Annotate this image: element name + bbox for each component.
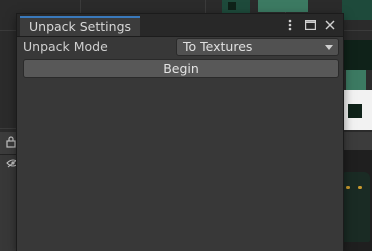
sprite-fragment bbox=[344, 40, 372, 70]
lock-icon[interactable] bbox=[6, 136, 16, 148]
sprite-eye bbox=[346, 186, 350, 189]
sprite-fragment bbox=[222, 0, 250, 14]
sprite-fragment bbox=[348, 104, 362, 118]
sprite-fragment bbox=[258, 0, 308, 12]
begin-button-label: Begin bbox=[163, 61, 199, 76]
sprite-eye bbox=[358, 186, 362, 189]
sprite-fragment bbox=[346, 70, 366, 90]
window-controls bbox=[283, 17, 337, 33]
kebab-menu-icon[interactable] bbox=[283, 18, 297, 32]
maximize-icon[interactable] bbox=[303, 18, 317, 32]
window-titlebar[interactable]: Unpack Settings bbox=[17, 14, 343, 37]
tab-unpack-settings[interactable]: Unpack Settings bbox=[20, 16, 141, 36]
tab-title: Unpack Settings bbox=[29, 19, 132, 34]
sprite-character-image bbox=[340, 172, 370, 242]
unpack-mode-label: Unpack Mode bbox=[23, 39, 108, 54]
unpack-mode-value: To Textures bbox=[183, 39, 253, 54]
sprite-fragment bbox=[228, 2, 236, 10]
begin-button[interactable]: Begin bbox=[23, 59, 339, 78]
unpack-settings-window[interactable]: Unpack Settings Unpack Mode To Textures … bbox=[17, 14, 343, 251]
close-icon[interactable] bbox=[323, 18, 337, 32]
unpack-mode-row: Unpack Mode To Textures bbox=[23, 38, 339, 56]
chevron-down-icon bbox=[325, 45, 333, 50]
unpack-mode-dropdown[interactable]: To Textures bbox=[176, 38, 339, 56]
sprite-fragment bbox=[342, 0, 372, 20]
